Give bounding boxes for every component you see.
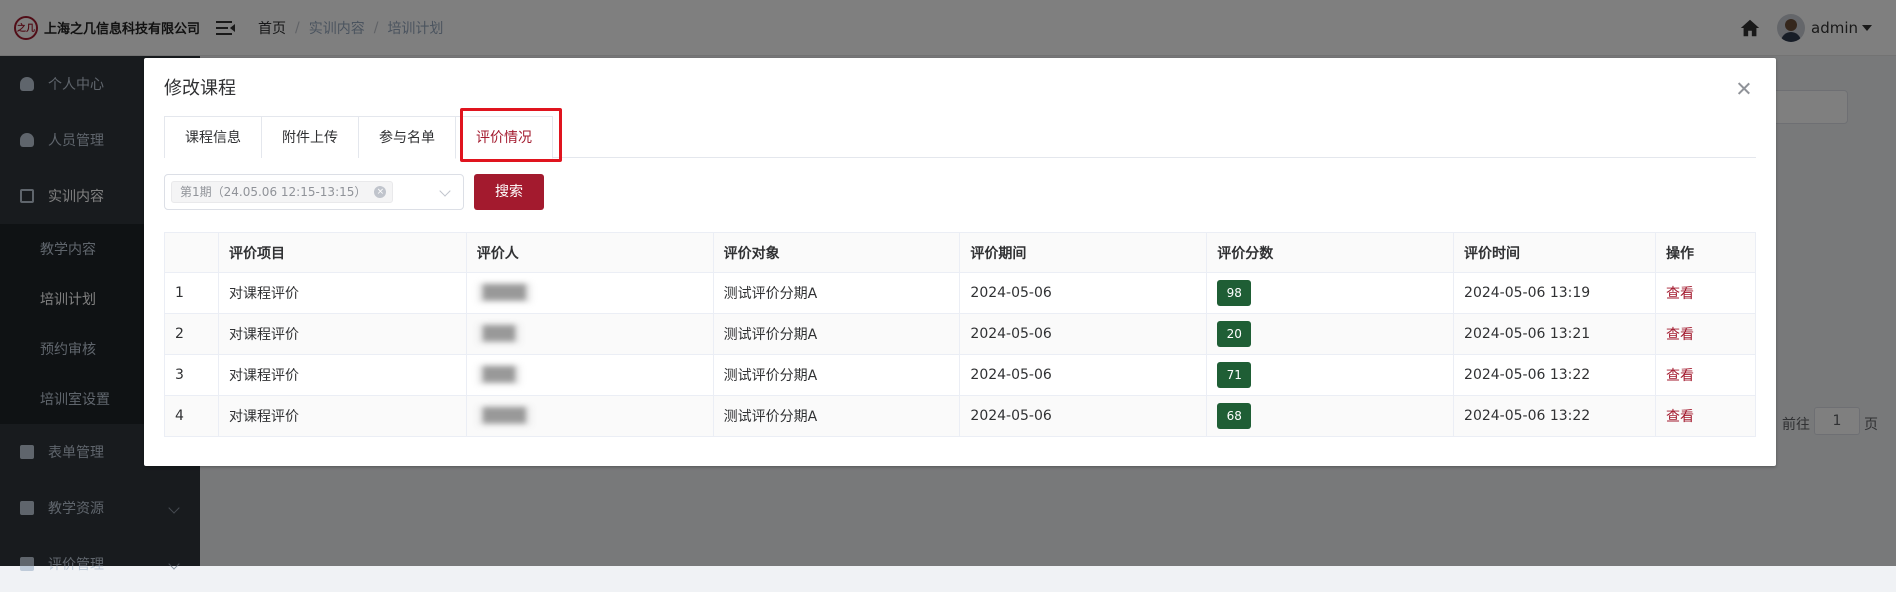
view-link[interactable]: 查看 <box>1666 286 1694 302</box>
column-header-period: 评价期间 <box>959 232 1208 273</box>
row-time: 2024-05-06 13:22 <box>1453 395 1656 437</box>
table-row: 3 对课程评价 ███ 测试评价分期A 2024-05-06 71 2024-0… <box>164 354 1757 396</box>
tab-attachment-upload[interactable]: 附件上传 <box>261 116 359 158</box>
evaluator-name: ████ <box>476 406 532 426</box>
search-button[interactable]: 搜索 <box>474 174 544 210</box>
edit-course-dialog: 修改课程 课程信息 附件上传 参与名单 评价情况 第1期（24.05.06 12… <box>144 58 1776 466</box>
evaluator-name: ████ <box>476 283 532 303</box>
table-row: 2 对课程评价 ███ 测试评价分期A 2024-05-06 20 2024-0… <box>164 313 1757 355</box>
row-score: 68 <box>1206 395 1455 437</box>
column-header-index <box>164 232 219 273</box>
score-badge: 71 <box>1217 362 1252 388</box>
column-header-target: 评价对象 <box>713 232 961 273</box>
tab-course-info[interactable]: 课程信息 <box>164 116 262 158</box>
row-item: 对课程评价 <box>218 395 467 437</box>
row-action: 查看 <box>1655 272 1757 314</box>
row-period: 2024-05-06 <box>959 313 1208 355</box>
period-select[interactable]: 第1期（24.05.06 12:15-13:15） × <box>164 174 464 210</box>
table-header-row: 评价项目 评价人 评价对象 评价期间 评价分数 评价时间 操作 <box>164 232 1757 273</box>
tab-participant-list[interactable]: 参与名单 <box>358 116 456 158</box>
row-index: 1 <box>164 272 219 314</box>
column-header-item: 评价项目 <box>218 232 467 273</box>
row-index: 2 <box>164 313 219 355</box>
chevron-down-icon[interactable] <box>439 185 451 197</box>
row-item: 对课程评价 <box>218 354 467 396</box>
row-score: 71 <box>1206 354 1455 396</box>
row-target: 测试评价分期A <box>713 395 961 437</box>
dialog-tabs: 课程信息 附件上传 参与名单 评价情况 <box>164 116 1756 159</box>
row-period: 2024-05-06 <box>959 354 1208 396</box>
period-tag-label: 第1期（24.05.06 12:15-13:15） <box>180 185 367 199</box>
row-period: 2024-05-06 <box>959 272 1208 314</box>
row-evaluator: ███ <box>466 313 714 355</box>
score-badge: 98 <box>1217 280 1252 306</box>
column-header-evaluator: 评价人 <box>466 232 714 273</box>
row-item: 对课程评价 <box>218 313 467 355</box>
row-target: 测试评价分期A <box>713 354 961 396</box>
evaluator-name: ███ <box>476 365 522 385</box>
dialog-title: 修改课程 <box>164 78 236 99</box>
tab-evaluation-status[interactable]: 评价情况 <box>455 116 553 159</box>
row-time: 2024-05-06 13:19 <box>1453 272 1656 314</box>
score-badge: 68 <box>1217 403 1252 429</box>
row-target: 测试评价分期A <box>713 272 961 314</box>
row-period: 2024-05-06 <box>959 395 1208 437</box>
view-link[interactable]: 查看 <box>1666 327 1694 343</box>
column-header-time: 评价时间 <box>1453 232 1656 273</box>
row-index: 4 <box>164 395 219 437</box>
row-evaluator: ████ <box>466 395 714 437</box>
tag-close-icon[interactable]: × <box>374 186 387 198</box>
column-header-action: 操作 <box>1655 232 1757 273</box>
row-item: 对课程评价 <box>218 272 467 314</box>
row-time: 2024-05-06 13:22 <box>1453 354 1656 396</box>
row-action: 查看 <box>1655 354 1757 396</box>
row-index: 3 <box>164 354 219 396</box>
period-tag: 第1期（24.05.06 12:15-13:15） × <box>171 181 394 203</box>
row-score: 20 <box>1206 313 1455 355</box>
row-time: 2024-05-06 13:21 <box>1453 313 1656 355</box>
score-badge: 20 <box>1217 321 1252 347</box>
row-evaluator: ███ <box>466 354 714 396</box>
table-row: 1 对课程评价 ████ 测试评价分期A 2024-05-06 98 2024-… <box>164 272 1757 314</box>
evaluator-name: ███ <box>476 324 522 344</box>
row-score: 98 <box>1206 272 1455 314</box>
view-link[interactable]: 查看 <box>1666 368 1694 384</box>
evaluation-table: 评价项目 评价人 评价对象 评价期间 评价分数 评价时间 操作 1 对课程评价 … <box>164 232 1757 437</box>
close-icon[interactable] <box>1738 82 1750 94</box>
row-target: 测试评价分期A <box>713 313 961 355</box>
table-row: 4 对课程评价 ████ 测试评价分期A 2024-05-06 68 2024-… <box>164 395 1757 437</box>
column-header-score: 评价分数 <box>1206 232 1455 273</box>
row-action: 查看 <box>1655 395 1757 437</box>
row-evaluator: ████ <box>466 272 714 314</box>
row-action: 查看 <box>1655 313 1757 355</box>
view-link[interactable]: 查看 <box>1666 409 1694 425</box>
